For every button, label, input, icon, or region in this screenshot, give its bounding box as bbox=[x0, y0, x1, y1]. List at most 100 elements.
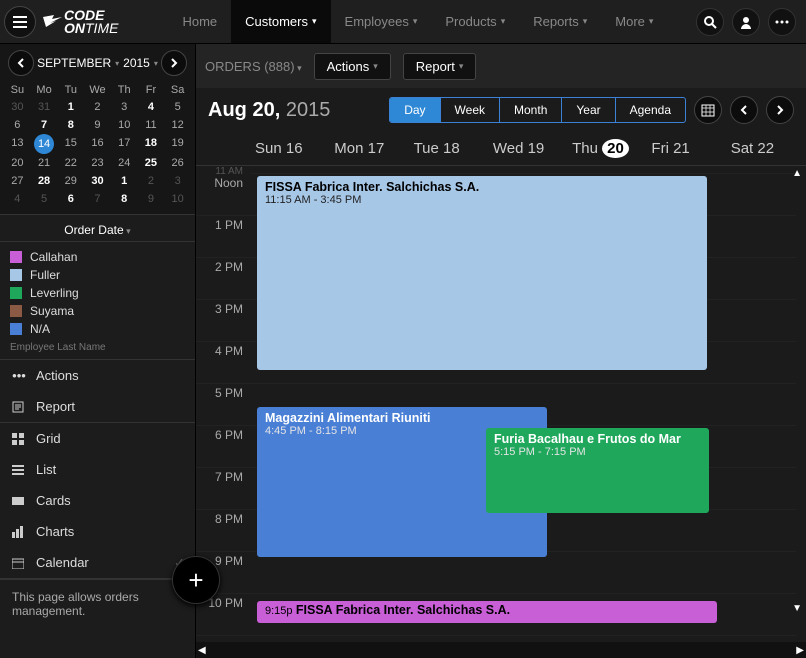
view-grid-label: Grid bbox=[36, 431, 61, 446]
mini-day[interactable]: 30 bbox=[84, 172, 111, 190]
mini-day[interactable]: 1 bbox=[111, 172, 138, 190]
nav-reports[interactable]: Reports bbox=[519, 0, 601, 43]
tab-day[interactable]: Day bbox=[390, 98, 439, 122]
orders-crumb[interactable]: ORDERS (888) bbox=[205, 59, 302, 74]
mini-day[interactable]: 14 bbox=[34, 134, 54, 154]
scroll-left-icon[interactable]: ◀ bbox=[198, 645, 206, 656]
mini-day[interactable]: 25 bbox=[138, 154, 165, 172]
mini-day[interactable]: 13 bbox=[4, 134, 31, 154]
time-grid[interactable]: 11 AMNoon1 PM2 PM3 PM4 PM5 PM6 PM7 PM8 P… bbox=[196, 166, 806, 636]
scroll-down-icon[interactable]: ▼ bbox=[792, 603, 802, 614]
add-button[interactable]: + bbox=[172, 556, 220, 604]
menu-button[interactable] bbox=[4, 6, 36, 38]
mini-day[interactable]: 28 bbox=[31, 172, 58, 190]
mini-day[interactable]: 4 bbox=[4, 190, 31, 208]
ellipsis-icon bbox=[775, 20, 789, 24]
mini-day[interactable]: 17 bbox=[111, 134, 138, 154]
mini-day[interactable]: 7 bbox=[84, 190, 111, 208]
calendar-event[interactable]: Furia Bacalhau e Frutos do Mar5:15 PM - … bbox=[486, 428, 709, 513]
mini-day[interactable]: 2 bbox=[138, 172, 165, 190]
mini-day[interactable]: 20 bbox=[4, 154, 31, 172]
legend-item[interactable]: Suyama bbox=[10, 302, 185, 320]
prev-button[interactable] bbox=[730, 96, 758, 124]
mini-day[interactable]: 16 bbox=[84, 134, 111, 154]
day-header[interactable]: Wed 19 bbox=[489, 132, 568, 165]
legend-name: N/A bbox=[30, 322, 50, 336]
nav-more[interactable]: More bbox=[601, 0, 667, 43]
order-date-selector[interactable]: Order Date bbox=[0, 215, 195, 242]
mini-day[interactable]: 21 bbox=[31, 154, 58, 172]
more-button[interactable] bbox=[768, 8, 796, 36]
calendar-event[interactable]: FISSA Fabrica Inter. Salchichas S.A.11:1… bbox=[257, 176, 707, 370]
mini-day[interactable]: 22 bbox=[57, 154, 84, 172]
mini-day[interactable]: 23 bbox=[84, 154, 111, 172]
next-button[interactable] bbox=[766, 96, 794, 124]
mini-day[interactable]: 10 bbox=[164, 190, 191, 208]
mini-day[interactable]: 3 bbox=[111, 98, 138, 116]
mini-day[interactable]: 30 bbox=[4, 98, 31, 116]
actions-button[interactable]: Actions bbox=[314, 53, 391, 80]
mini-day[interactable]: 9 bbox=[84, 116, 111, 134]
mini-day[interactable]: 4 bbox=[138, 98, 165, 116]
day-header[interactable]: Fri 21 bbox=[647, 132, 726, 165]
mini-day[interactable]: 9 bbox=[138, 190, 165, 208]
prev-month-button[interactable] bbox=[8, 50, 34, 76]
view-grid[interactable]: Grid bbox=[0, 423, 195, 454]
mini-cal-title[interactable]: SEPTEMBER▾ 2015▾ bbox=[37, 56, 158, 70]
day-header[interactable]: Tue 18 bbox=[410, 132, 489, 165]
next-month-button[interactable] bbox=[161, 50, 187, 76]
mini-day[interactable]: 19 bbox=[164, 134, 191, 154]
datepicker-button[interactable] bbox=[694, 96, 722, 124]
tab-agenda[interactable]: Agenda bbox=[615, 98, 685, 122]
mini-day[interactable]: 29 bbox=[57, 172, 84, 190]
tab-month[interactable]: Month bbox=[499, 98, 561, 122]
legend-item[interactable]: N/A bbox=[10, 320, 185, 338]
view-calendar[interactable]: Calendar ✓ bbox=[0, 547, 195, 578]
mini-day[interactable]: 6 bbox=[57, 190, 84, 208]
sidebar-report[interactable]: Report bbox=[0, 391, 195, 422]
day-header[interactable]: Mon 17 bbox=[330, 132, 409, 165]
day-header[interactable]: Sun 16 bbox=[251, 132, 330, 165]
nav-customers[interactable]: Customers bbox=[231, 0, 330, 43]
day-header[interactable]: Sat 22 bbox=[727, 132, 806, 165]
legend-item[interactable]: Callahan bbox=[10, 248, 185, 266]
mini-day[interactable]: 27 bbox=[4, 172, 31, 190]
report-button[interactable]: Report bbox=[403, 53, 477, 80]
mini-day[interactable]: 7 bbox=[31, 116, 58, 134]
legend-item[interactable]: Fuller bbox=[10, 266, 185, 284]
view-charts[interactable]: Charts bbox=[0, 516, 195, 547]
horizontal-scrollbar[interactable]: ◀ ▶ bbox=[196, 642, 806, 658]
mini-day[interactable]: 18 bbox=[138, 134, 165, 154]
scroll-right-icon[interactable]: ▶ bbox=[796, 645, 804, 656]
nav-employees[interactable]: Employees bbox=[331, 0, 432, 43]
mini-day[interactable]: 5 bbox=[164, 98, 191, 116]
view-cards[interactable]: Cards bbox=[0, 485, 195, 516]
tab-week[interactable]: Week bbox=[440, 98, 499, 122]
legend-item[interactable]: Leverling bbox=[10, 284, 185, 302]
tab-year[interactable]: Year bbox=[561, 98, 614, 122]
mini-day[interactable]: 8 bbox=[57, 116, 84, 134]
mini-day[interactable]: 15 bbox=[57, 134, 84, 154]
mini-day[interactable]: 12 bbox=[164, 116, 191, 134]
user-button[interactable] bbox=[732, 8, 760, 36]
scroll-up-icon[interactable]: ▲ bbox=[792, 168, 802, 179]
nav-home[interactable]: Home bbox=[168, 0, 231, 43]
time-label: 2 PM bbox=[196, 258, 251, 300]
mini-day[interactable]: 24 bbox=[111, 154, 138, 172]
mini-day[interactable]: 1 bbox=[57, 98, 84, 116]
calendar-event[interactable]: 9:15p FISSA Fabrica Inter. Salchichas S.… bbox=[257, 601, 717, 623]
mini-day[interactable]: 31 bbox=[31, 98, 58, 116]
mini-day[interactable]: 8 bbox=[111, 190, 138, 208]
mini-day[interactable]: 10 bbox=[111, 116, 138, 134]
mini-day[interactable]: 6 bbox=[4, 116, 31, 134]
search-button[interactable] bbox=[696, 8, 724, 36]
mini-day[interactable]: 2 bbox=[84, 98, 111, 116]
mini-day[interactable]: 3 bbox=[164, 172, 191, 190]
view-list[interactable]: List bbox=[0, 454, 195, 485]
mini-day[interactable]: 5 bbox=[31, 190, 58, 208]
mini-day[interactable]: 11 bbox=[138, 116, 165, 134]
nav-products[interactable]: Products bbox=[431, 0, 519, 43]
day-header[interactable]: Thu 20 bbox=[568, 132, 647, 165]
sidebar-actions[interactable]: ••• Actions bbox=[0, 360, 195, 391]
mini-day[interactable]: 26 bbox=[164, 154, 191, 172]
